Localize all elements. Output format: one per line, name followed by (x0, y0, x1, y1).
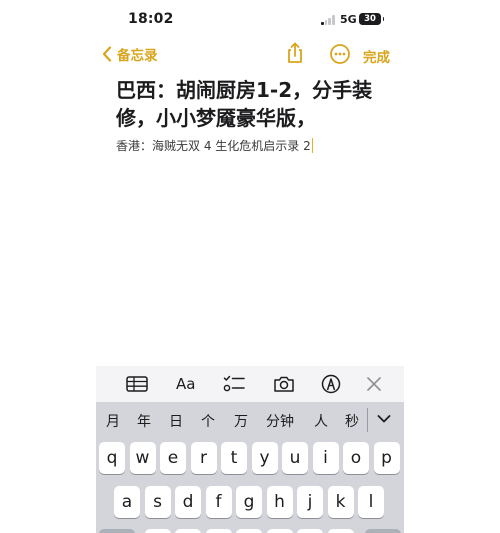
candidate-item[interactable]: 人 (314, 411, 328, 431)
back-label: 备忘录 (117, 48, 158, 64)
note-body[interactable]: 香港：海贼无双 4 生化危机启示录 2 (116, 138, 396, 154)
expand-candidates-button[interactable] (376, 411, 392, 425)
key-t[interactable]: t (221, 442, 247, 474)
ellipsis-circle-icon (330, 44, 350, 64)
close-toolbar-button[interactable] (366, 374, 382, 394)
note-body-text: 香港：海贼无双 4 生化危机启示录 2 (116, 139, 311, 153)
key-z[interactable] (144, 529, 171, 533)
key-i[interactable]: i (312, 442, 339, 474)
done-button[interactable]: 完成 (363, 46, 390, 66)
candidate-item[interactable]: 日 (169, 411, 183, 431)
share-button[interactable] (284, 41, 306, 65)
close-icon (367, 377, 381, 391)
delete-key[interactable] (365, 529, 401, 533)
key-v[interactable] (236, 529, 262, 533)
key-c[interactable] (205, 529, 232, 533)
pen-circle-icon (321, 374, 341, 394)
key-g[interactable]: g (236, 486, 262, 518)
text-format-button[interactable]: Aa (176, 374, 195, 394)
back-button[interactable]: 备忘录 (102, 44, 158, 64)
checklist-icon (223, 375, 245, 392)
network-type: 5G (340, 13, 357, 26)
key-u[interactable]: u (282, 442, 308, 474)
share-icon (288, 42, 302, 63)
text-cursor (311, 138, 314, 153)
note-editor[interactable]: 巴西：胡闹厨房1-2，分手装修，小小梦魇豪华版， 香港：海贼无双 4 生化危机启… (116, 76, 396, 154)
status-bar: 18:02 5G 30 (96, 0, 404, 40)
camera-button[interactable] (273, 374, 295, 394)
camera-icon (274, 376, 294, 392)
key-k[interactable]: k (327, 486, 354, 518)
candidate-item[interactable]: 年 (137, 411, 151, 431)
key-s[interactable]: s (144, 486, 171, 518)
candidate-divider (367, 408, 368, 432)
candidate-item[interactable]: 秒 (345, 411, 359, 431)
nav-bar: 备忘录 完成 (96, 40, 404, 70)
key-w[interactable]: w (129, 442, 156, 474)
cellular-signal-icon (321, 15, 335, 25)
chevron-left-icon (102, 46, 112, 62)
status-time: 18:02 (128, 11, 174, 27)
key-r[interactable]: r (190, 442, 217, 474)
key-x[interactable] (175, 529, 201, 533)
key-j[interactable]: j (297, 486, 323, 518)
more-button[interactable] (329, 43, 351, 65)
pinyin-keyboard: 月 年 日 个 万 分钟 人 秒 q w e r t y u i o p a s (96, 402, 404, 533)
key-d[interactable]: d (175, 486, 201, 518)
note-title[interactable]: 巴西：胡闹厨房1-2，分手装修，小小梦魇豪华版， (116, 76, 396, 132)
battery-icon: 30 (359, 13, 384, 25)
notes-app-screen: 18:02 5G 30 备忘录 完成 巴西：胡闹厨房1-2，分手装修，小小梦魇豪… (96, 0, 404, 533)
candidate-item[interactable]: 万 (234, 411, 248, 431)
key-q[interactable]: q (99, 442, 125, 474)
key-o[interactable]: o (343, 442, 369, 474)
candidate-item[interactable]: 月 (106, 411, 120, 431)
format-toolbar: Aa (96, 366, 404, 402)
markup-button[interactable] (321, 374, 341, 394)
key-y[interactable]: y (251, 442, 278, 474)
key-p[interactable]: p (373, 442, 400, 474)
key-n[interactable] (297, 529, 323, 533)
candidate-bar: 月 年 日 个 万 分钟 人 秒 (96, 402, 404, 438)
candidate-item[interactable]: 分钟 (266, 411, 294, 431)
key-b[interactable] (266, 529, 293, 533)
candidate-item[interactable]: 个 (201, 411, 215, 431)
table-button[interactable] (126, 374, 148, 394)
key-a[interactable]: a (114, 486, 140, 518)
key-l[interactable]: l (358, 486, 384, 518)
key-e[interactable]: e (160, 442, 186, 474)
key-h[interactable]: h (266, 486, 293, 518)
checklist-button[interactable] (223, 374, 245, 394)
key-m[interactable] (327, 529, 354, 533)
key-f[interactable]: f (205, 486, 232, 518)
table-icon (126, 376, 148, 392)
shift-key[interactable] (99, 529, 135, 533)
chevron-down-icon (377, 415, 391, 423)
